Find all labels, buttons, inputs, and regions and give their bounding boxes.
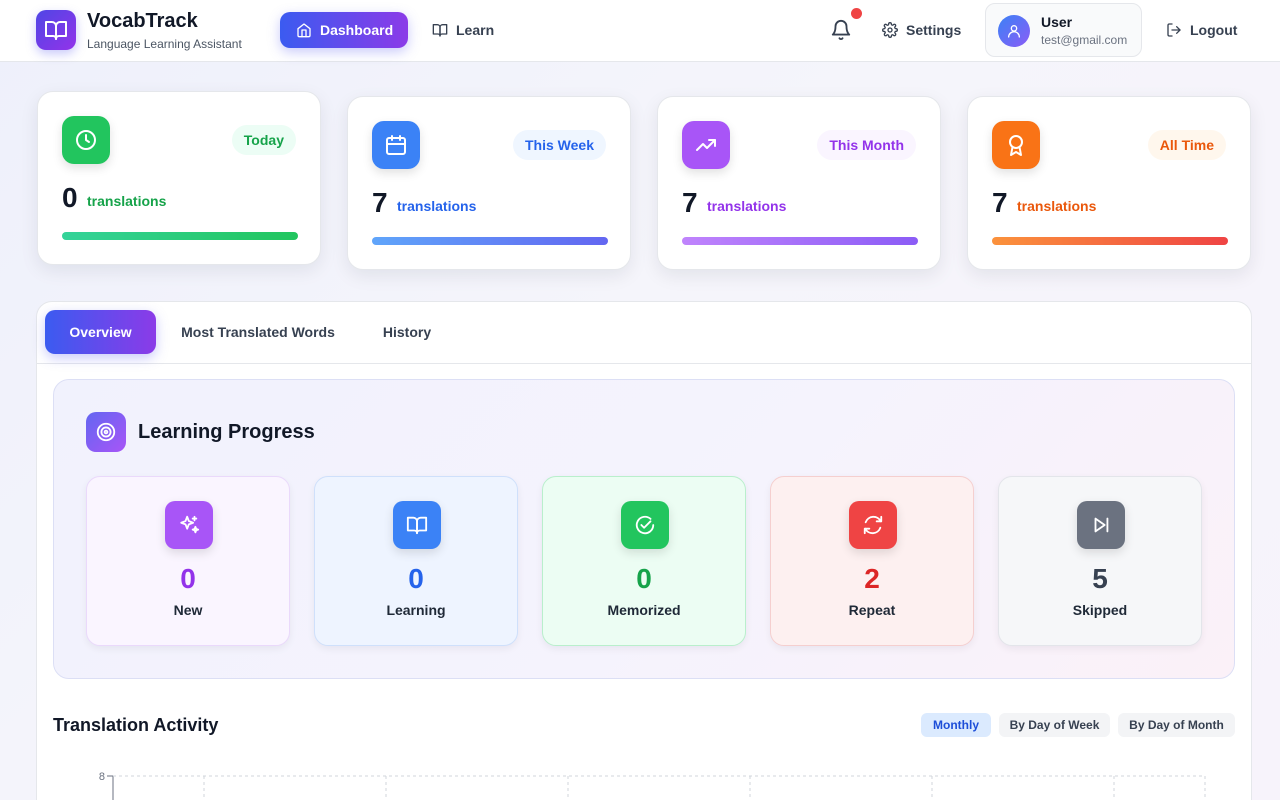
progress-label-new: New — [173, 602, 203, 618]
progress-card-repeat[interactable]: 2 Repeat — [770, 476, 974, 646]
target-icon — [86, 412, 126, 452]
user-icon — [1008, 25, 1020, 38]
stat-count-week: 7 — [372, 187, 388, 218]
calendar-icon — [372, 121, 420, 169]
avatar — [998, 15, 1030, 47]
progress-count-new: 0 — [180, 563, 196, 594]
y-tick-label: 8 — [99, 771, 105, 783]
app-subtitle: Language Learning Assistant — [87, 37, 242, 51]
activity-mode-day-of-week[interactable]: By Day of Week — [999, 713, 1110, 737]
progress-label-learning: Learning — [386, 602, 446, 618]
vertical-grid-lines — [203, 776, 1206, 800]
top-header: VocabTrack Language Learning Assistant D… — [0, 0, 1280, 62]
trending-up-icon — [682, 121, 730, 169]
notification-dot — [851, 8, 862, 19]
book-open-icon — [393, 501, 441, 549]
stat-bar-week — [372, 237, 608, 245]
tab-bar: Overview Most Translated Words History — [37, 302, 1251, 364]
progress-label-memorized: Memorized — [607, 602, 681, 618]
settings-button[interactable]: Settings — [876, 12, 967, 48]
app-title: VocabTrack — [87, 10, 198, 32]
tab-history[interactable]: History — [370, 310, 444, 354]
nav-dashboard-button[interactable]: Dashboard — [280, 12, 408, 48]
translation-activity-title: Translation Activity — [53, 715, 219, 735]
stat-bar-month — [682, 237, 918, 245]
progress-card-memorized[interactable]: 0 Memorized — [542, 476, 746, 646]
stat-card-alltime: All Time 7 translations — [967, 96, 1251, 270]
tab-most-translated-words[interactable]: Most Translated Words — [168, 310, 348, 354]
progress-count-learning: 0 — [408, 563, 424, 594]
stat-bar-alltime — [992, 237, 1228, 245]
logout-label: Logout — [1190, 22, 1238, 38]
stat-unit-week: translations — [397, 198, 477, 214]
logout-icon — [1167, 23, 1181, 37]
stat-count-alltime: 7 — [992, 187, 1008, 218]
stat-count-month: 7 — [682, 187, 698, 218]
user-email: test@gmail.com — [1041, 33, 1128, 47]
progress-card-learning[interactable]: 0 Learning — [314, 476, 518, 646]
skip-forward-icon — [1077, 501, 1125, 549]
stat-badge-week: This Week — [513, 130, 606, 160]
learning-progress-section: Learning Progress 0 New 0 Learning 0 Mem… — [53, 379, 1235, 679]
check-circle-icon — [621, 501, 669, 549]
progress-count-skipped: 5 — [1092, 563, 1108, 594]
refresh-icon — [849, 501, 897, 549]
progress-card-new[interactable]: 0 New — [86, 476, 290, 646]
nav-dashboard-label: Dashboard — [320, 22, 394, 38]
stat-unit-month: translations — [707, 198, 787, 214]
activity-mode-monthly[interactable]: Monthly — [921, 713, 991, 737]
stat-badge-today: Today — [231, 125, 296, 155]
stat-badge-month: This Month — [817, 130, 916, 160]
settings-label: Settings — [906, 22, 962, 38]
activity-mode-day-of-month[interactable]: By Day of Month — [1118, 713, 1235, 737]
progress-label-repeat: Repeat — [848, 602, 896, 618]
stat-badge-alltime: All Time — [1147, 130, 1226, 160]
logout-button[interactable]: Logout — [1160, 12, 1243, 48]
user-name: User — [1041, 14, 1073, 30]
clock-icon — [62, 116, 110, 164]
stat-card-week: This Week 7 translations — [347, 96, 631, 270]
stat-card-month: This Month 7 translations — [657, 96, 941, 270]
gear-icon — [882, 22, 898, 38]
progress-label-skipped: Skipped — [1072, 602, 1128, 618]
stat-unit-today: translations — [87, 193, 167, 209]
award-icon — [992, 121, 1040, 169]
progress-count-repeat: 2 — [864, 563, 880, 594]
activity-chart-svg: 8 — [99, 771, 1206, 800]
stat-unit-alltime: translations — [1017, 198, 1097, 214]
home-icon — [297, 23, 311, 38]
stat-count-today: 0 — [62, 182, 78, 213]
learning-progress-title: Learning Progress — [138, 421, 315, 443]
user-profile-card[interactable]: User test@gmail.com — [985, 3, 1142, 57]
stat-card-today: Today 0 translations — [37, 91, 321, 265]
notifications-bell-icon[interactable] — [830, 19, 852, 41]
nav-learn-label: Learn — [456, 22, 495, 38]
sparkles-icon — [165, 501, 213, 549]
main-panel: Overview Most Translated Words History L… — [36, 301, 1252, 800]
nav-learn-button[interactable]: Learn — [424, 12, 502, 48]
tab-overview[interactable]: Overview — [45, 310, 156, 354]
progress-card-skipped[interactable]: 5 Skipped — [998, 476, 1202, 646]
translation-activity-chart: 8 — [37, 752, 1253, 800]
app-logo-book-icon[interactable] — [36, 10, 76, 50]
stat-bar-today — [62, 232, 298, 240]
progress-count-memorized: 0 — [636, 563, 652, 594]
book-open-icon — [432, 24, 448, 37]
